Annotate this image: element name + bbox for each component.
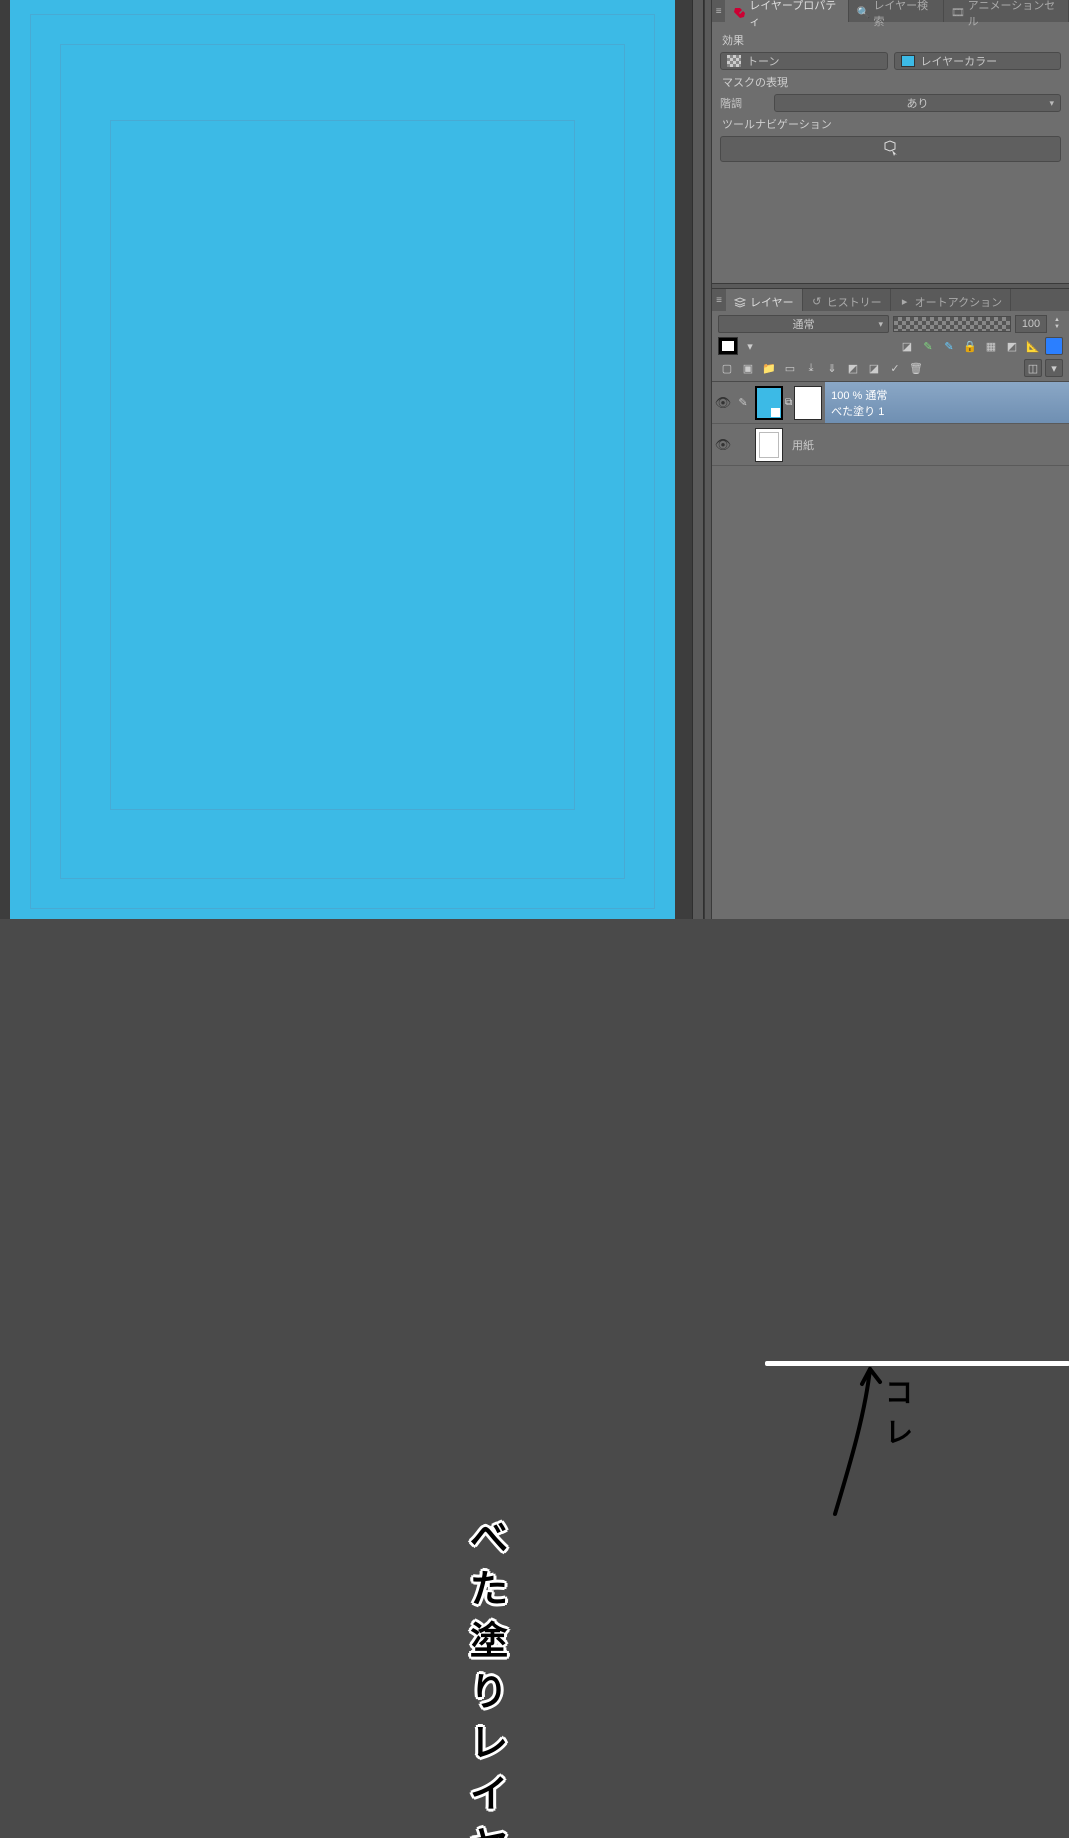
- gradation-value: あり: [907, 95, 929, 111]
- layer-color-label: レイヤーカラー: [921, 53, 998, 69]
- new-frame-icon[interactable]: ▭: [781, 359, 799, 377]
- layer-list: 👁 ✎ ⧉ 100 % 通常 べた塗り 1 👁: [712, 381, 1069, 466]
- panel-grip[interactable]: ≡: [712, 289, 726, 311]
- opacity-stepper[interactable]: ▲▼: [1051, 317, 1063, 331]
- panel-resize-bar[interactable]: [704, 0, 712, 919]
- workspace: ≡ レイヤープロパティ 🔍 レイヤー検索 🎞 アニメーションセル 効果: [0, 0, 1069, 919]
- tab-auto-action[interactable]: ▸ オートアクション: [891, 289, 1011, 311]
- gradation-row-label: 階調: [720, 95, 768, 111]
- tone-swatch-icon: [727, 55, 741, 67]
- property-panel-body: 効果 トーン レイヤーカラー マスクの表現 階調 あり: [712, 22, 1069, 283]
- layer-mask-icon[interactable]: ◩: [844, 359, 862, 377]
- blend-mode-value: 通常: [793, 316, 815, 332]
- new-raster-layer-icon[interactable]: ▢: [718, 359, 736, 377]
- safe-guide: [110, 120, 575, 810]
- tab-history[interactable]: ↺ ヒストリー: [803, 289, 891, 311]
- eye-icon[interactable]: 👁: [715, 395, 732, 411]
- clip-mask-icon[interactable]: ◪: [898, 337, 916, 355]
- panel-grip[interactable]: ≡: [712, 0, 725, 22]
- tab-animation-cel[interactable]: 🎞 アニメーションセル: [944, 0, 1069, 22]
- layer-list-empty-area[interactable]: [712, 466, 1069, 919]
- tab-layer-search-label: レイヤー検索: [873, 0, 934, 29]
- pen-indicator-icon: ✎: [738, 396, 747, 409]
- layer-panel: ≡ レイヤー ↺ ヒストリー ▸ オートアクション: [712, 289, 1069, 919]
- annotation-main-line1: べた塗りレイヤーが: [470, 1518, 508, 1838]
- lock-transparent-icon[interactable]: ▦: [982, 337, 1000, 355]
- mask-enable-icon[interactable]: ◩: [1003, 337, 1021, 355]
- opacity-value-text: 100: [1022, 318, 1040, 330]
- layer-info-fill[interactable]: 100 % 通常 べた塗り 1: [825, 382, 1069, 423]
- lock-icon[interactable]: 🔒: [961, 337, 979, 355]
- two-pane-icon[interactable]: ◫: [1024, 359, 1042, 377]
- opacity-slider[interactable]: [893, 316, 1011, 332]
- layer-color-chip[interactable]: レイヤーカラー: [894, 52, 1062, 70]
- palette-color-toggle[interactable]: [718, 337, 738, 355]
- layer-property-panel: ≡ レイヤープロパティ 🔍 レイヤー検索 🎞 アニメーションセル 効果: [712, 0, 1069, 283]
- new-folder-icon[interactable]: 📁: [760, 359, 778, 377]
- layer-name-paper: 用紙: [792, 440, 814, 452]
- panel-menu-icon[interactable]: ▾: [1045, 359, 1063, 377]
- delete-layer-icon[interactable]: 🗑: [907, 359, 925, 377]
- tab-layer-property[interactable]: レイヤープロパティ: [725, 0, 849, 22]
- cube-cursor-icon: [882, 140, 900, 159]
- annotation-main-text: べた塗りレイヤーが 作成できました: [470, 1514, 508, 1838]
- tool-navigation-label: ツールナビゲーション: [722, 116, 1061, 132]
- layer-controls: 通常 100 ▲▼ ▾ ◪ ✎ ✎ 🔒 ▦: [712, 311, 1069, 381]
- canvas-viewport[interactable]: [0, 0, 692, 919]
- layer-thumbnail-fill[interactable]: [755, 386, 783, 420]
- tab-auto-action-label: オートアクション: [915, 294, 1002, 310]
- layers-icon: [734, 296, 746, 308]
- layer-row-paper[interactable]: 👁 用紙: [712, 424, 1069, 466]
- annotation-kore-text: コレ: [885, 1371, 913, 1451]
- layer-row-fill[interactable]: 👁 ✎ ⧉ 100 % 通常 べた塗り 1: [712, 382, 1069, 424]
- opacity-value-field[interactable]: 100: [1015, 315, 1047, 333]
- layer-info-paper[interactable]: 用紙: [786, 424, 1069, 465]
- wrench-icon: [733, 7, 745, 19]
- layer-opacity-mode: 100 % 通常: [831, 387, 887, 403]
- tone-chip[interactable]: トーン: [720, 52, 888, 70]
- tab-animation-cel-label: アニメーションセル: [968, 0, 1060, 29]
- layer-name-fill: べた塗り 1: [831, 406, 884, 418]
- new-vector-layer-icon[interactable]: ▣: [739, 359, 757, 377]
- side-panels: ≡ レイヤープロパティ 🔍 レイヤー検索 🎞 アニメーションセル 効果: [712, 0, 1069, 919]
- blend-mode-dropdown[interactable]: 通常: [718, 315, 889, 333]
- film-icon: 🎞: [952, 7, 964, 19]
- layer-panel-tabstrip: ≡ レイヤー ↺ ヒストリー ▸ オートアクション: [712, 289, 1069, 311]
- history-icon: ↺: [811, 296, 823, 308]
- transfer-down-icon[interactable]: ⤓: [802, 359, 820, 377]
- layer-mask-thumbnail[interactable]: [794, 386, 822, 420]
- tone-label: トーン: [747, 53, 779, 69]
- eye-icon[interactable]: 👁: [715, 437, 732, 453]
- reference-layer-icon[interactable]: ✎: [919, 337, 937, 355]
- tab-layer-label: レイヤー: [750, 294, 794, 310]
- annotation-arrow: [820, 1364, 900, 1524]
- layer-color-swatch-icon: [901, 55, 915, 67]
- ruler-icon[interactable]: 📐: [1024, 337, 1042, 355]
- draft-layer-icon[interactable]: ✎: [940, 337, 958, 355]
- tab-layer[interactable]: レイヤー: [726, 289, 803, 311]
- layer-color-indicator[interactable]: [1045, 337, 1063, 355]
- apply-mask-icon[interactable]: ◪: [865, 359, 883, 377]
- merge-down-icon[interactable]: ⇓: [823, 359, 841, 377]
- canvas-page[interactable]: [10, 0, 675, 919]
- property-panel-tabstrip: ≡ レイヤープロパティ 🔍 レイヤー検索 🎞 アニメーションセル: [712, 0, 1069, 22]
- play-icon: ▸: [899, 296, 911, 308]
- tab-history-label: ヒストリー: [827, 294, 882, 310]
- layer-thumbnail-paper[interactable]: [755, 428, 783, 462]
- tab-layer-search[interactable]: 🔍 レイヤー検索: [849, 0, 943, 22]
- mask-expression-label: マスクの表現: [722, 74, 1061, 90]
- search-icon: 🔍: [857, 7, 869, 19]
- panel-gutter[interactable]: [692, 0, 704, 919]
- link-icon[interactable]: ⧉: [785, 397, 792, 408]
- ruler-enable-icon[interactable]: ✓: [886, 359, 904, 377]
- annotation-underline: [765, 1361, 1069, 1366]
- tab-layer-property-label: レイヤープロパティ: [749, 0, 840, 29]
- effects-section-label: 効果: [722, 32, 1061, 48]
- chevron-down-icon[interactable]: ▾: [741, 337, 759, 355]
- tool-navigation-button[interactable]: [720, 136, 1061, 162]
- gradation-dropdown[interactable]: あり: [774, 94, 1061, 112]
